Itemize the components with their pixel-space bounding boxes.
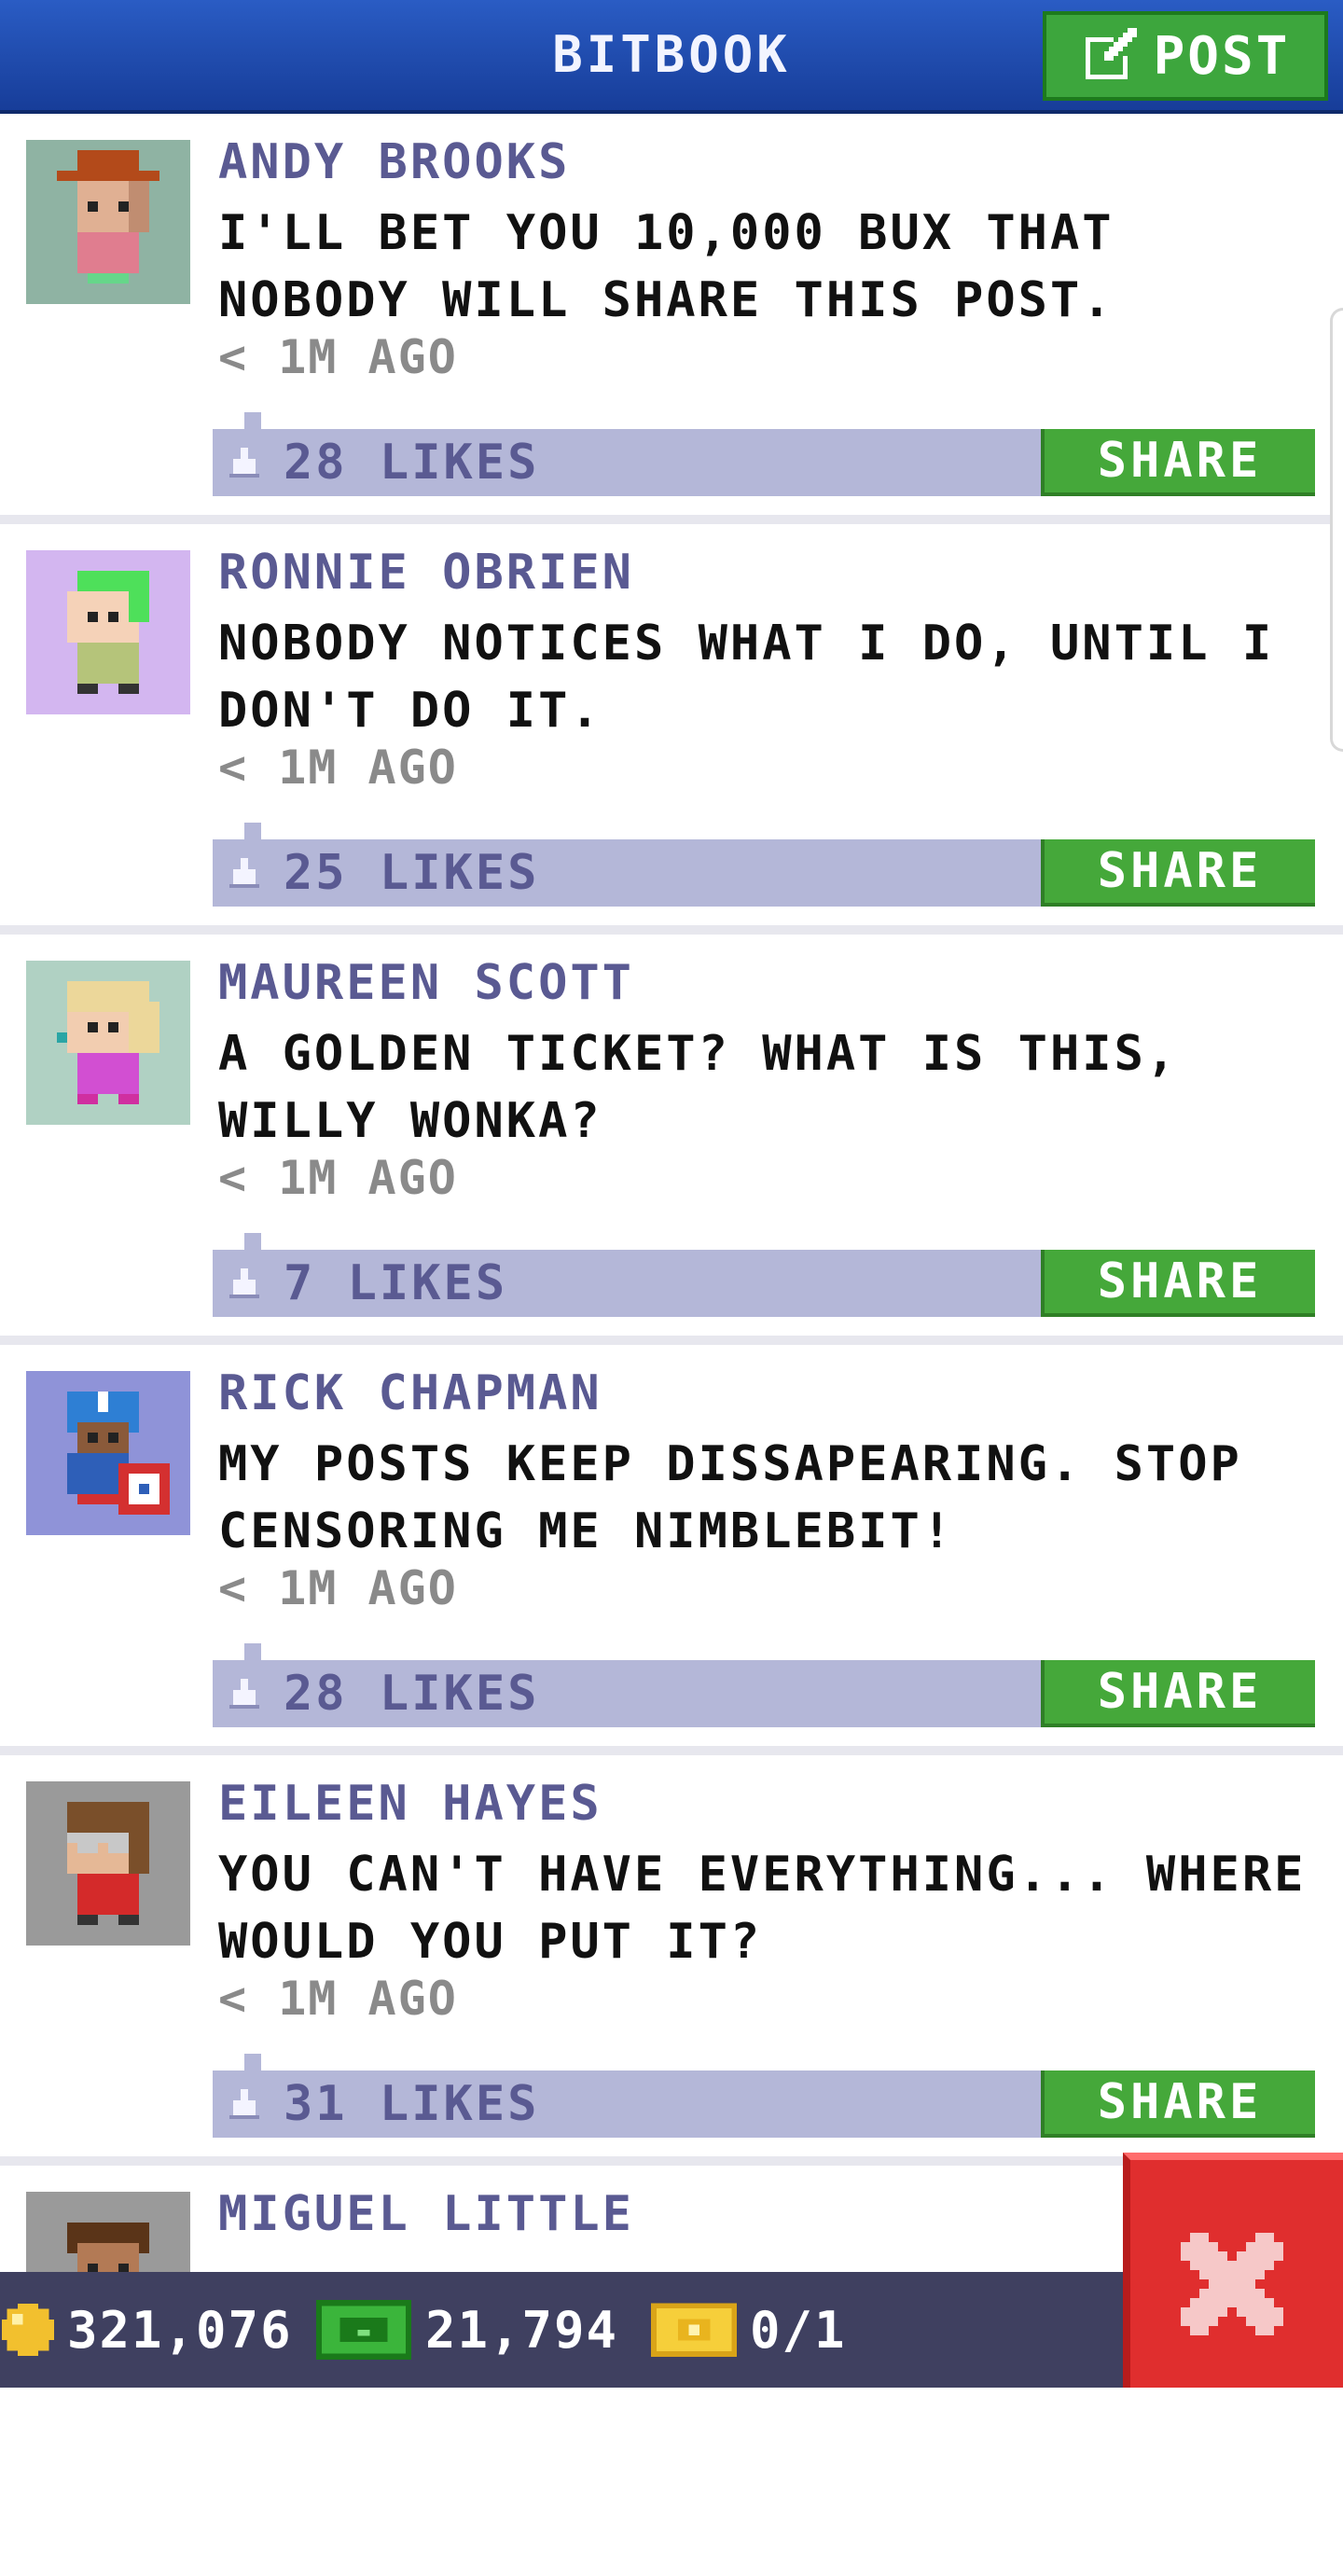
post-time: < 1M AGO xyxy=(218,741,458,795)
share-button[interactable]: SHARE xyxy=(1041,429,1315,496)
likes-bar: 25 LIKES SHARE xyxy=(213,839,1315,907)
thumbs-up-icon[interactable] xyxy=(229,858,259,888)
avatar[interactable] xyxy=(26,1781,190,1946)
coins-stat: 321,076 xyxy=(2,2272,293,2388)
avatar[interactable] xyxy=(26,961,190,1125)
likes-count: 28 LIKES xyxy=(284,435,540,491)
list-item: RONNIE OBRIEN NOBODY NOTICES WHAT I DO, … xyxy=(0,524,1343,935)
share-button[interactable]: SHARE xyxy=(1041,1660,1315,1727)
likes-tab xyxy=(244,823,261,841)
tickets-stat: 0/1 xyxy=(651,2272,847,2388)
bux-icon xyxy=(315,2300,412,2360)
post-button-label: POST xyxy=(1153,25,1291,87)
author-name[interactable]: RICK CHAPMAN xyxy=(218,1365,602,1421)
likes-bar: 28 LIKES SHARE xyxy=(213,429,1315,496)
author-name[interactable]: ANDY BROOKS xyxy=(218,134,570,190)
list-item: MAUREEN SCOTT A GOLDEN TICKET? WHAT IS T… xyxy=(0,935,1343,1345)
edit-icon xyxy=(1085,28,1137,79)
close-icon xyxy=(1181,2233,1283,2335)
share-button[interactable]: SHARE xyxy=(1041,839,1315,907)
thumbs-up-icon[interactable] xyxy=(229,2089,259,2119)
scrollbar[interactable] xyxy=(1330,308,1343,752)
likes-count: 28 LIKES xyxy=(284,1666,540,1722)
tickets-count: 0/1 xyxy=(750,2300,847,2360)
post-text: A GOLDEN TICKET? WHAT IS THIS, WILLY WON… xyxy=(218,1026,1179,1149)
likes-bar: 7 LIKES SHARE xyxy=(213,1250,1315,1317)
thumbs-up-icon[interactable] xyxy=(229,1679,259,1709)
post-text: MY POSTS KEEP DISSAPEARING. STOP CENSORI… xyxy=(218,1436,1242,1559)
close-button[interactable] xyxy=(1123,2153,1343,2388)
likes-bar: 31 LIKES SHARE xyxy=(213,2070,1315,2138)
coins-count: 321,076 xyxy=(67,2300,293,2360)
post-time: < 1M AGO xyxy=(218,1151,458,1205)
post-time: < 1M AGO xyxy=(218,330,458,384)
golden-ticket-icon xyxy=(651,2303,737,2357)
avatar[interactable] xyxy=(26,1371,190,1535)
author-name[interactable]: EILEEN HAYES xyxy=(218,1776,602,1832)
author-name[interactable]: MAUREEN SCOTT xyxy=(218,955,634,1011)
thumbs-up-icon[interactable] xyxy=(229,448,259,478)
bux-stat: 21,794 xyxy=(315,2272,618,2388)
post-text: I'LL BET YOU 10,000 BUX THAT NOBODY WILL… xyxy=(218,205,1115,328)
list-item: ANDY BROOKS I'LL BET YOU 10,000 BUX THAT… xyxy=(0,114,1343,524)
list-item: RICK CHAPMAN MY POSTS KEEP DISSAPEARING.… xyxy=(0,1345,1343,1755)
author-name[interactable]: MIGUEL LITTLE xyxy=(218,2186,634,2242)
app-header: BITBOOK POST xyxy=(0,0,1343,114)
coin-icon xyxy=(2,2304,54,2356)
post-text: NOBODY NOTICES WHAT I DO, UNTIL I DON'T … xyxy=(218,616,1275,739)
post-time: < 1M AGO xyxy=(218,1972,458,2026)
author-name[interactable]: RONNIE OBRIEN xyxy=(218,545,634,601)
share-button[interactable]: SHARE xyxy=(1041,1250,1315,1317)
share-button[interactable]: SHARE xyxy=(1041,2070,1315,2138)
likes-count: 31 LIKES xyxy=(284,2076,540,2132)
likes-count: 25 LIKES xyxy=(284,845,540,901)
likes-tab xyxy=(244,1643,261,1662)
likes-tab xyxy=(244,2054,261,2072)
likes-tab xyxy=(244,412,261,431)
likes-count: 7 LIKES xyxy=(284,1255,508,1311)
bux-count: 21,794 xyxy=(425,2300,619,2360)
avatar[interactable] xyxy=(26,140,190,304)
avatar[interactable] xyxy=(26,550,190,714)
likes-bar: 28 LIKES SHARE xyxy=(213,1660,1315,1727)
list-item: EILEEN HAYES YOU CAN'T HAVE EVERYTHING..… xyxy=(0,1755,1343,2166)
post-text: YOU CAN'T HAVE EVERYTHING... WHERE WOULD… xyxy=(218,1847,1307,1970)
post-button[interactable]: POST xyxy=(1043,11,1328,101)
post-time: < 1M AGO xyxy=(218,1561,458,1615)
thumbs-up-icon[interactable] xyxy=(229,1268,259,1298)
likes-tab xyxy=(244,1233,261,1252)
